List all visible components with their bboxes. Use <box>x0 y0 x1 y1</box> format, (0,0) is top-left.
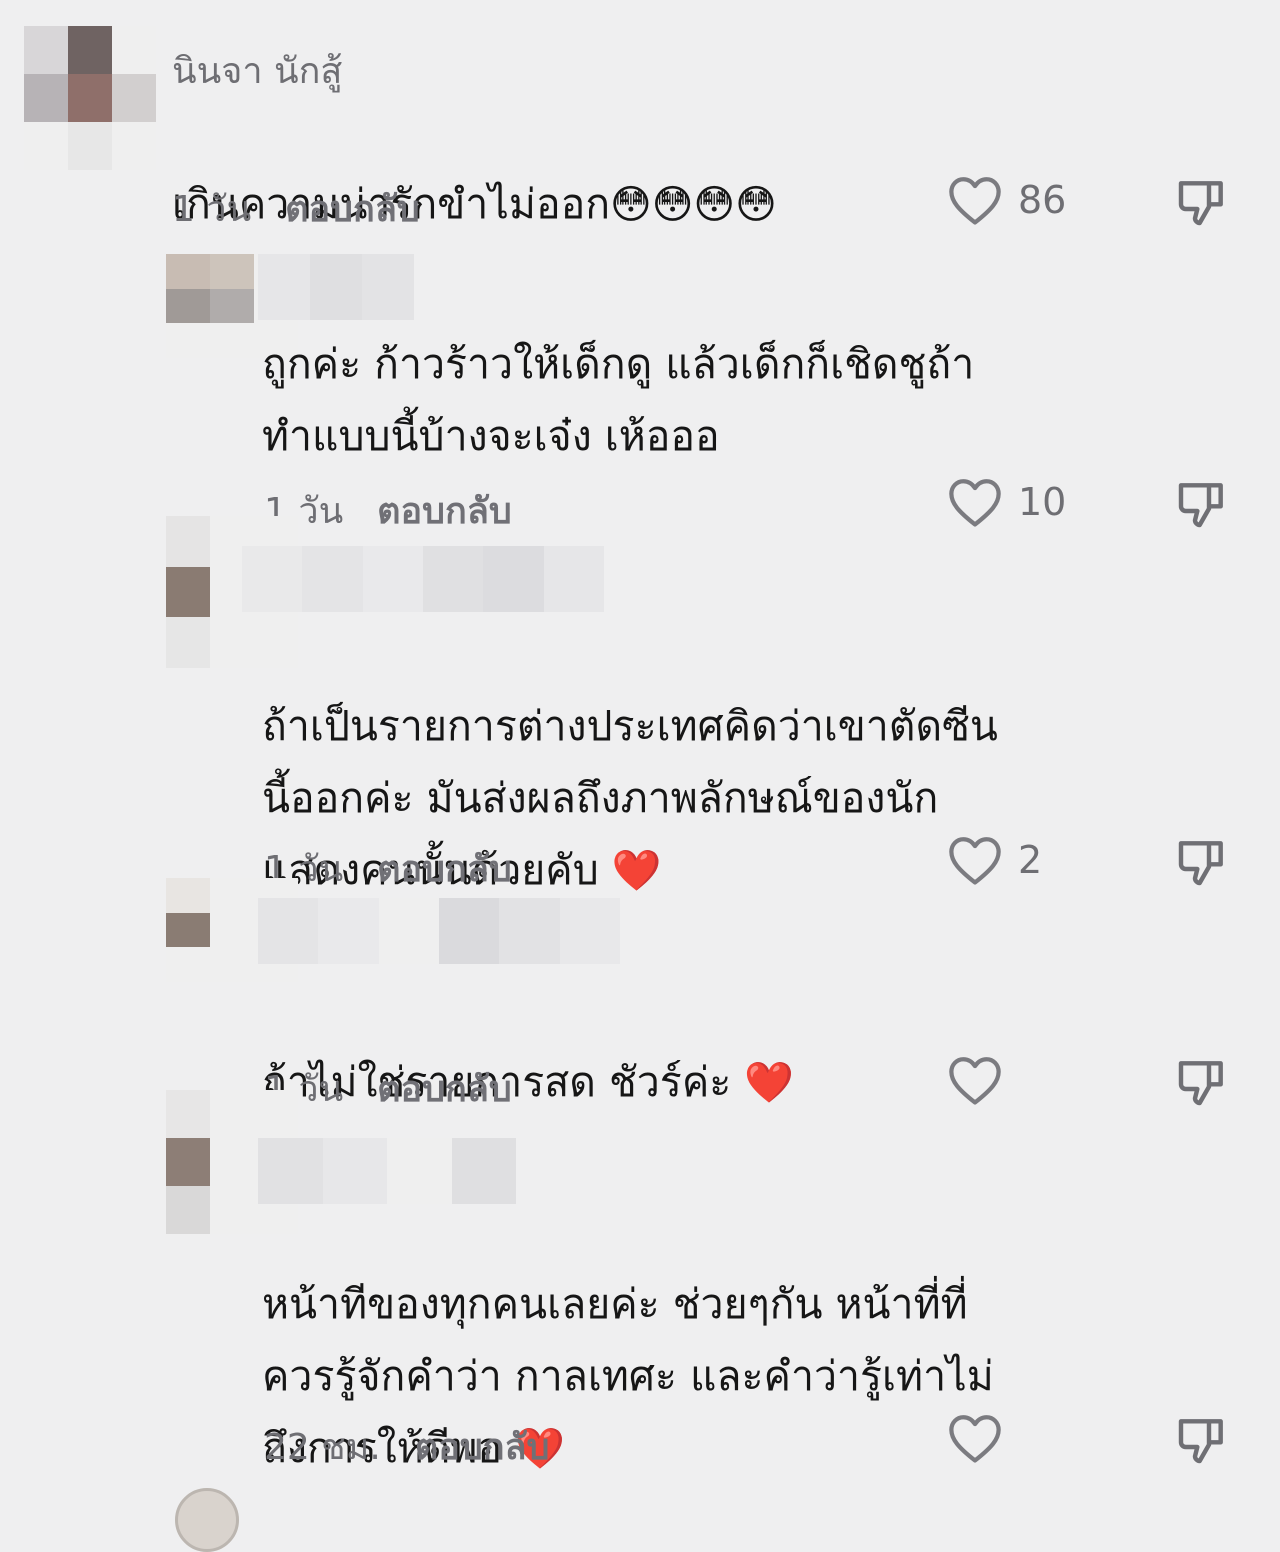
username-blurred[interactable] <box>242 546 604 612</box>
like-button[interactable]: 2 <box>946 834 1042 886</box>
thumbs-down-icon <box>1178 181 1223 226</box>
reply-button[interactable]: ตอบกลับ <box>285 180 420 237</box>
comment-meta: 1 วัน ตอบกลับ <box>264 840 512 897</box>
heart-outline-icon <box>949 1057 1001 1105</box>
like-count: 10 <box>1018 480 1067 524</box>
comment-text: ถูกค่ะ ก้าวร้าวให้เด็กดู แล้วเด็กก็เชิดช… <box>262 340 975 460</box>
thumbs-down-icon <box>1178 483 1223 528</box>
thumbs-down-icon <box>1178 1419 1223 1464</box>
like-button[interactable]: 10 <box>946 476 1066 528</box>
flushed-emoji: 😳😳😳😳 <box>610 182 777 228</box>
dislike-button[interactable] <box>1174 1054 1230 1110</box>
heart-outline-icon <box>949 837 1001 885</box>
next-comment-avatar[interactable] <box>175 1488 239 1552</box>
like-count: 86 <box>1018 178 1067 222</box>
dislike-button[interactable] <box>1174 1412 1230 1468</box>
heart-outline-icon <box>949 1415 1001 1463</box>
dislike-button[interactable] <box>1174 834 1230 890</box>
dislike-button[interactable] <box>1174 476 1230 532</box>
heart-outline-icon <box>949 177 1001 225</box>
timestamp: 1 วัน <box>172 189 252 230</box>
username[interactable]: นินจา นักสู้ <box>172 42 342 99</box>
username-blurred[interactable] <box>258 254 414 320</box>
comment-meta: 1 วัน ตอบกลับ <box>172 180 420 237</box>
timestamp: 22 ชม. <box>264 1427 381 1468</box>
comment-meta: 1 วัน ตอบกลับ <box>264 482 512 539</box>
username-blurred[interactable] <box>258 898 620 964</box>
username-blurred[interactable] <box>258 1138 516 1204</box>
thumbs-down-icon <box>1178 841 1223 886</box>
comment-meta: 22 ชม. ตอบกลับ <box>264 1418 549 1475</box>
heart-outline-icon <box>949 479 1001 527</box>
like-button[interactable]: 86 <box>946 174 1066 226</box>
avatar[interactable] <box>24 26 156 170</box>
like-count: 2 <box>1018 838 1043 882</box>
red-heart-emoji: ❤️ <box>611 848 662 894</box>
thumbs-down-icon <box>1178 1061 1223 1106</box>
like-button[interactable] <box>946 1054 1004 1106</box>
reply-button[interactable]: ตอบกลับ <box>377 482 512 539</box>
like-button[interactable] <box>946 1412 1004 1464</box>
comment-meta: 1 วัน ตอบกลับ <box>264 1060 512 1117</box>
dislike-button[interactable] <box>1174 174 1230 230</box>
reply-button[interactable]: ตอบกลับ <box>377 1060 512 1117</box>
reply-button[interactable]: ตอบกลับ <box>377 840 512 897</box>
red-heart-emoji: ❤️ <box>744 1060 795 1106</box>
reply-button[interactable]: ตอบกลับ <box>415 1418 550 1475</box>
